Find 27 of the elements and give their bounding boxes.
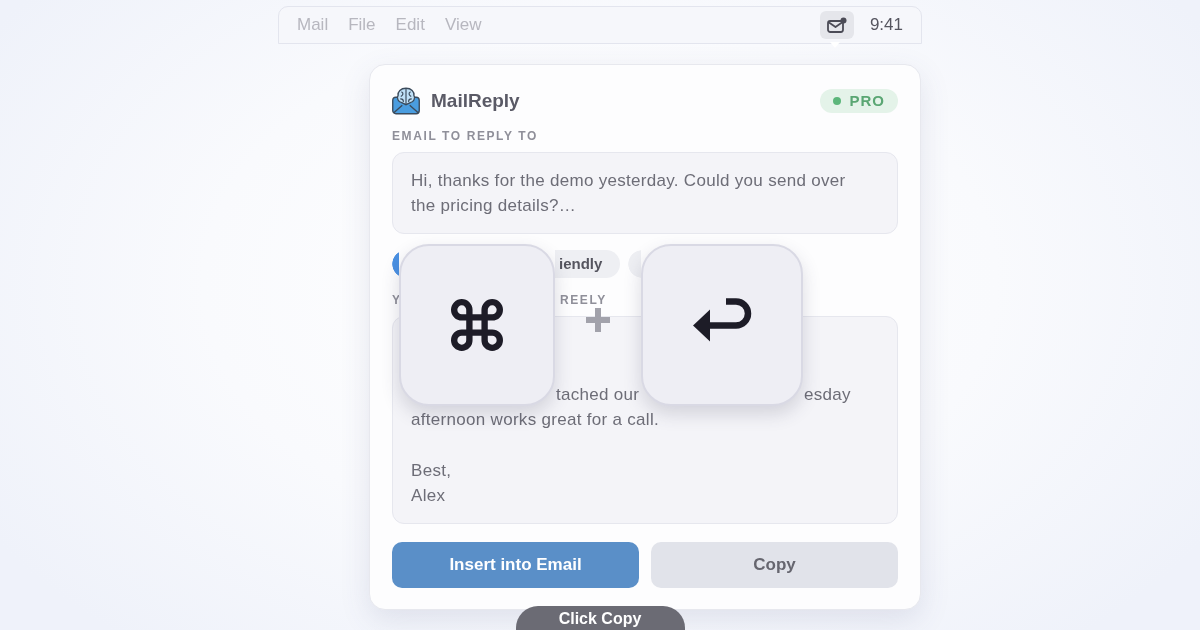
menu-item[interactable]: Mail: [297, 15, 329, 35]
reply-text-fragment: tached our: [556, 384, 640, 406]
menu-item[interactable]: Edit: [395, 15, 425, 35]
insert-button[interactable]: Insert into Email: [392, 542, 639, 588]
reply-text-line: Best,: [411, 460, 452, 482]
reply-text-fragment: esday: [804, 384, 851, 406]
reply-text-line: afternoon works great for a call.: [411, 409, 660, 431]
envelope-icon: [826, 17, 847, 33]
clock-text: 9:41: [869, 15, 903, 35]
mail-status-button[interactable]: [819, 11, 854, 39]
section-label: REELY: [560, 292, 607, 308]
email-text-area[interactable]: Hi, thanks for the demo yesterday. Could you send over the pricing details?…: [392, 152, 898, 234]
reply-text-line: Alex: [411, 485, 446, 507]
return-arrow-icon: [692, 297, 752, 342]
plan-label: PRO: [849, 92, 885, 110]
command-icon: [451, 299, 503, 351]
section-label: EMAIL TO REPLY TO: [392, 128, 538, 144]
app-name: MailReply: [431, 88, 520, 113]
plus-icon: [586, 308, 610, 332]
copy-button[interactable]: Copy: [651, 542, 898, 588]
shortcut-tooltip: Click Copy: [515, 606, 685, 630]
status-dot-icon: [833, 97, 842, 105]
menu-item[interactable]: File: [348, 15, 376, 35]
section-label: Y: [392, 292, 400, 308]
tone-chip[interactable]: iendly: [555, 250, 620, 278]
brain-envelope-icon: [392, 87, 420, 115]
menu-item[interactable]: View: [444, 15, 482, 35]
